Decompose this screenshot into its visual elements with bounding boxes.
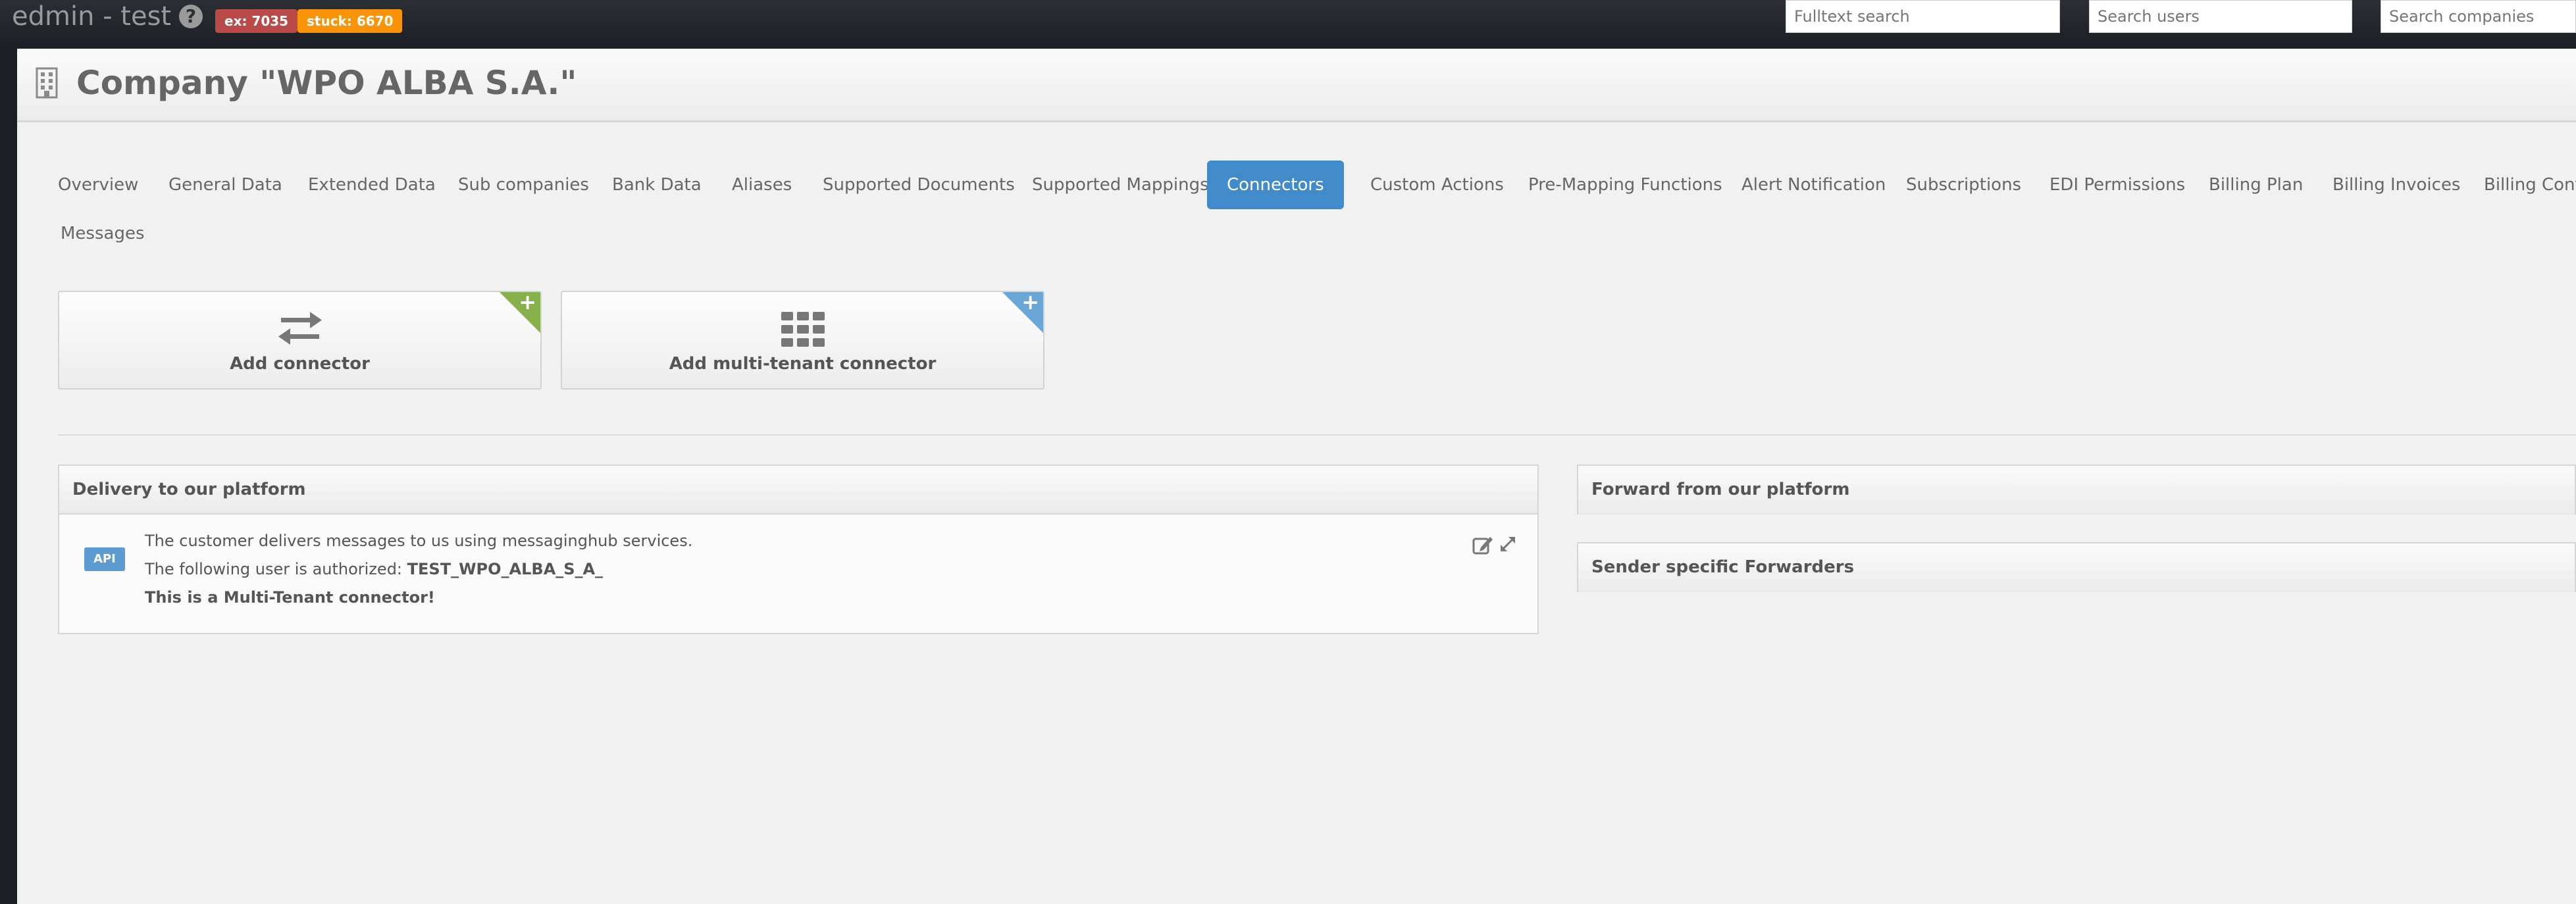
brand-title[interactable]: edmin - test <box>12 0 171 33</box>
section-divider <box>58 434 2576 436</box>
page-header: Company "WPO ALBA S.A." <box>17 49 2576 122</box>
add-multi-tenant-connector-button[interactable]: Add multi-tenant connector + <box>561 291 1044 389</box>
grid-icon <box>781 312 825 347</box>
tab-overview[interactable]: Overview <box>38 161 158 209</box>
tab-bank-data[interactable]: Bank Data <box>592 161 721 209</box>
building-icon <box>36 67 58 99</box>
add-connector-button[interactable]: Add connector + <box>58 291 542 389</box>
tab-messages[interactable]: Messages <box>41 209 165 258</box>
authorized-user-prefix: The following user is authorized: <box>145 560 407 578</box>
top-navbar: edmin - test ? ex: 7035 stuck: 6670 <box>0 0 2576 49</box>
tab-alert-notification[interactable]: Alert Notification <box>1722 161 1905 209</box>
fulltext-search-input[interactable] <box>1786 0 2060 33</box>
tab-aliases[interactable]: Aliases <box>712 161 811 209</box>
stuck-count-badge[interactable]: stuck: 6670 <box>297 9 403 33</box>
tab-connectors[interactable]: Connectors <box>1207 161 1344 209</box>
multi-tenant-note: This is a Multi-Tenant connector! <box>145 588 435 607</box>
tab-billing-configuration[interactable]: Billing Configur <box>2464 161 2576 209</box>
exception-count-badge[interactable]: ex: 7035 <box>215 9 298 33</box>
expand-icon[interactable] <box>1497 533 1519 555</box>
plus-icon: + <box>1021 291 1039 314</box>
page-title: Company "WPO ALBA S.A." <box>76 64 577 102</box>
tab-billing-plan[interactable]: Billing Plan <box>2189 161 2323 209</box>
exchange-arrows-icon <box>278 312 322 345</box>
plus-icon: + <box>519 291 536 314</box>
forward-panel-title: Forward from our platform <box>1578 466 2575 515</box>
api-label: API <box>84 547 125 571</box>
tab-supported-mappings[interactable]: Supported Mappings <box>1012 161 1229 209</box>
tab-billing-invoices[interactable]: Billing Invoices <box>2313 161 2480 209</box>
authorized-user-line: The following user is authorized: TEST_W… <box>145 560 603 578</box>
forward-panel[interactable]: Forward from our platform <box>1577 465 2576 515</box>
tab-general-data[interactable]: General Data <box>149 161 302 209</box>
sender-forwarders-panel[interactable]: Sender specific Forwarders <box>1577 542 2576 592</box>
add-multi-tenant-connector-label: Add multi-tenant connector <box>669 354 937 374</box>
question-circle-icon[interactable]: ? <box>179 5 203 28</box>
search-users-input[interactable] <box>2089 0 2352 33</box>
edit-icon[interactable] <box>1472 534 1494 557</box>
add-connector-label: Add connector <box>230 354 370 374</box>
tab-edi-permissions[interactable]: EDI Permissions <box>2030 161 2205 209</box>
authorized-user-name: TEST_WPO_ALBA_S_A_ <box>407 560 604 578</box>
tab-subscriptions[interactable]: Subscriptions <box>1886 161 2041 209</box>
delivery-panel: Delivery to our platform API The custome… <box>58 465 1539 634</box>
tab-pre-mapping-functions[interactable]: Pre-Mapping Functions <box>1508 161 1742 209</box>
tab-sub-companies[interactable]: Sub companies <box>438 161 609 209</box>
sender-forwarders-title: Sender specific Forwarders <box>1578 543 2575 592</box>
search-companies-input[interactable] <box>2381 0 2576 33</box>
tab-custom-actions[interactable]: Custom Actions <box>1351 161 1524 209</box>
delivery-panel-title: Delivery to our platform <box>59 466 1537 515</box>
tab-supported-documents[interactable]: Supported Documents <box>803 161 1035 209</box>
delivery-description: The customer delivers messages to us usi… <box>145 532 693 550</box>
tab-extended-data[interactable]: Extended Data <box>288 161 455 209</box>
main-content: Company "WPO ALBA S.A." Overview General… <box>17 49 2576 904</box>
